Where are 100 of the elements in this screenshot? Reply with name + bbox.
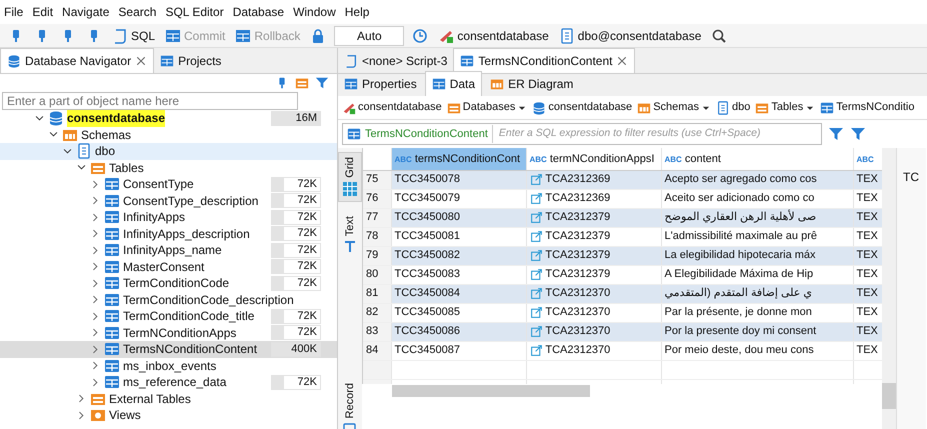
menu-item[interactable]: Edit (32, 3, 54, 21)
menu-item[interactable]: Database (232, 3, 284, 21)
menu-item[interactable]: File (4, 3, 24, 21)
table-cell: TCA2312379 (526, 208, 661, 227)
table-icon (104, 324, 120, 341)
scrollbar-thumb[interactable] (392, 385, 590, 397)
filter-icon[interactable] (850, 126, 866, 142)
script-icon (344, 54, 358, 68)
tree-item[interactable]: TermsNConditionContent 400K (0, 341, 337, 358)
close-icon[interactable] (135, 55, 148, 67)
table-name: TermsNConditionContent (365, 126, 488, 142)
column-header[interactable]: ABC content (661, 148, 853, 170)
folder-icon (90, 407, 106, 424)
tree-item[interactable]: ConsentType_description 72K (0, 192, 337, 209)
breadcrumb-item[interactable]: consentdatabase (532, 99, 632, 116)
tree-item[interactable]: ms_reference_data 72K (0, 374, 337, 390)
link-icon[interactable] (530, 192, 542, 205)
table-cell: TCC3450087 (391, 341, 526, 360)
tree-item[interactable]: InfinityApps 72K (0, 209, 337, 226)
table-icon (104, 358, 120, 374)
tree-item[interactable]: ConsentType 72K (0, 176, 337, 192)
size-indicator: 72K (271, 308, 321, 324)
tree-label: ms_inbox_events (123, 358, 218, 375)
table-icon (460, 54, 474, 68)
menu-item[interactable]: Search (118, 3, 156, 21)
tree-item[interactable]: dbo (0, 143, 337, 160)
table-cell: TCC3450079 (391, 189, 526, 208)
breadcrumb-item[interactable]: consentdatabase (342, 99, 442, 116)
column-header[interactable]: ABC (853, 148, 882, 170)
view-mode-tab[interactable]: Record (338, 378, 362, 429)
table-cell: TCA2312370 (526, 322, 661, 341)
view-mode-tab[interactable]: Text (338, 212, 362, 259)
tree-item[interactable]: consentdatabase 16M (0, 110, 337, 126)
breadcrumb-item[interactable]: Tables (755, 99, 816, 116)
editor-subtab[interactable]: ER Diagram (484, 72, 580, 96)
scrollbar-thumb[interactable] (882, 383, 896, 409)
tree-item[interactable]: TermConditionCode_title 72K (0, 308, 337, 324)
filter-icon[interactable] (315, 76, 329, 90)
breadcrumb-item[interactable]: TermsNConditio (820, 99, 914, 116)
tree-item[interactable]: InfinityApps_description 72K (0, 226, 337, 242)
toolbar-button[interactable]: SQL (110, 26, 158, 44)
menu-item[interactable]: SQL Editor (165, 3, 224, 21)
editor-tab[interactable]: <none> Script-3 (338, 49, 454, 73)
tree-label: ConsentType_description (123, 192, 260, 210)
table-icon (104, 258, 120, 275)
table-cell: TCA2312379 (526, 227, 661, 246)
tree-label: Views (109, 407, 142, 424)
close-icon[interactable] (616, 55, 628, 67)
table-cell: TCA2312370 (526, 303, 661, 322)
link-icon[interactable] (530, 230, 542, 243)
filter-field[interactable]: Enter a part of object name here (2, 92, 298, 110)
table-cell: TEX (853, 284, 882, 303)
tree-item[interactable]: InfinityApps_name 72K (0, 242, 337, 258)
link-icon[interactable] (530, 344, 542, 357)
table-cell: TEX (853, 246, 882, 265)
panel-tab[interactable]: Database Navigator (0, 48, 154, 73)
panel-tab[interactable]: Projects (154, 49, 228, 73)
column-header[interactable]: ABC termsNConditionCont (391, 148, 526, 170)
tree-item[interactable]: TermConditionCode_description (0, 292, 337, 308)
table-cell: Aceito ser adicionado como co (661, 189, 853, 208)
view-mode-tab[interactable]: Grid (338, 152, 362, 202)
table-icon (104, 242, 120, 258)
tree-item[interactable]: External Tables (0, 390, 337, 407)
tree-item[interactable]: TermNConditionApps 72K (0, 324, 337, 341)
toolbar-button[interactable]: dbo@consentdatabase (556, 26, 704, 44)
editor-subtab[interactable]: Properties (338, 72, 423, 96)
tree-label: TermNConditionApps (123, 324, 238, 342)
link-icon[interactable] (530, 268, 542, 281)
menu-item[interactable]: Help (344, 3, 370, 21)
table-icon (104, 275, 120, 292)
folder-icon (755, 100, 770, 114)
table-cell: TCC3450081 (391, 227, 526, 246)
table-icon (344, 77, 358, 91)
column-header[interactable]: ABC termNConditionAppsI (526, 148, 661, 170)
size-indicator: 16M (271, 110, 321, 126)
editor-tab[interactable]: TermsNConditionContent (453, 48, 636, 73)
tree-item[interactable]: Views (0, 407, 337, 424)
table-cell: TCA2312379 (526, 246, 661, 265)
breadcrumb-item[interactable]: Databases (446, 99, 528, 116)
tree-item[interactable]: TermConditionCode 72K (0, 275, 337, 292)
transaction-mode-field[interactable]: Auto (334, 26, 404, 46)
tree-item[interactable]: Schemas (0, 126, 337, 143)
tree-label: TermConditionCode_title (123, 308, 256, 326)
link-icon[interactable] (530, 306, 542, 319)
breadcrumb-item[interactable]: Schemas (637, 99, 712, 116)
table-cell: TCC3450083 (391, 265, 526, 284)
menu-item[interactable]: Window (293, 3, 336, 21)
filter-expression-field[interactable]: TermsNConditionContent Enter a SQL expression to filter results (use Ctrl+Space) (342, 123, 822, 145)
editor-subtab[interactable]: Data (424, 71, 482, 96)
tree-item[interactable]: ms_inbox_events (0, 358, 337, 374)
toolbar-button[interactable]: consentdatabase (436, 26, 551, 44)
table-cell: TCA2312369 (526, 170, 661, 189)
breadcrumb-item[interactable]: dbo (716, 99, 750, 116)
filter-icon[interactable] (828, 126, 844, 142)
tree-item[interactable]: MasterConsent 72K (0, 258, 337, 275)
table-cell: TCC3450078 (391, 170, 526, 189)
tree-label: InfinityApps_name (123, 242, 223, 260)
row-number: 77 (363, 208, 391, 227)
menu-item[interactable]: Navigate (62, 3, 110, 21)
tree-item[interactable]: Tables (0, 160, 337, 176)
